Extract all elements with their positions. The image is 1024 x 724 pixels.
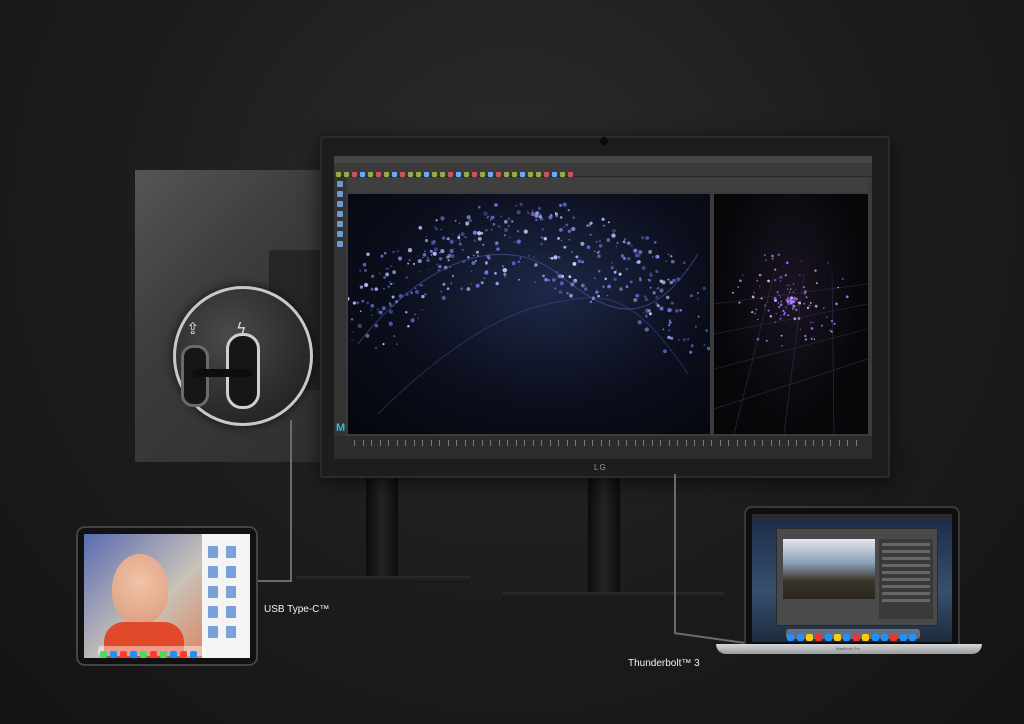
laptop-screen bbox=[752, 514, 952, 642]
usb-icon: ⇪ bbox=[186, 319, 200, 338]
thunderbolt-cable-to-laptop bbox=[673, 632, 746, 645]
particle-viewport-main bbox=[339, 194, 717, 434]
laptop-menubar bbox=[752, 514, 952, 519]
tablet-device bbox=[76, 526, 258, 666]
app-menubar bbox=[334, 156, 872, 163]
tablet-files-panel bbox=[202, 534, 250, 658]
monitor-stand-left bbox=[366, 474, 398, 578]
tablet-dock bbox=[98, 646, 206, 658]
webcam bbox=[600, 137, 608, 145]
connected-cable bbox=[192, 369, 252, 377]
app-logo-icon: M bbox=[336, 422, 346, 434]
editor-properties-panel bbox=[879, 539, 933, 619]
grid-render bbox=[713, 253, 869, 435]
ports-detail-magnifier: ⇪ ϟ bbox=[173, 286, 313, 426]
monitor-brand-logo: LG bbox=[594, 463, 607, 472]
monitor-screen: M bbox=[334, 156, 872, 459]
portrait-artwork bbox=[112, 554, 168, 624]
monitor-base-left bbox=[296, 576, 470, 583]
tablet-screen bbox=[84, 534, 250, 658]
viewport-header bbox=[348, 178, 868, 192]
particle-viewport-perspective bbox=[713, 194, 869, 435]
timeline-bar[interactable] bbox=[334, 436, 872, 459]
thunderbolt-label: Thunderbolt™ 3 bbox=[628, 658, 700, 669]
app-shelf bbox=[334, 164, 872, 177]
thunderbolt-cable bbox=[674, 474, 676, 634]
monitor-base-right bbox=[502, 592, 724, 599]
particle-render bbox=[339, 202, 717, 415]
laptop-model-label: MacBook Pro bbox=[836, 646, 861, 651]
monitor-stand-right bbox=[588, 474, 620, 594]
laptop-dock bbox=[786, 629, 920, 641]
usb-c-cable bbox=[290, 420, 292, 580]
laptop-lid bbox=[744, 506, 960, 650]
photo-editor-window bbox=[776, 528, 938, 626]
usb-c-label: USB Type-C™ bbox=[264, 604, 330, 615]
waterfall-photo bbox=[783, 539, 875, 599]
usb-c-cable-to-ipad bbox=[254, 580, 292, 582]
tool-column bbox=[334, 177, 346, 437]
